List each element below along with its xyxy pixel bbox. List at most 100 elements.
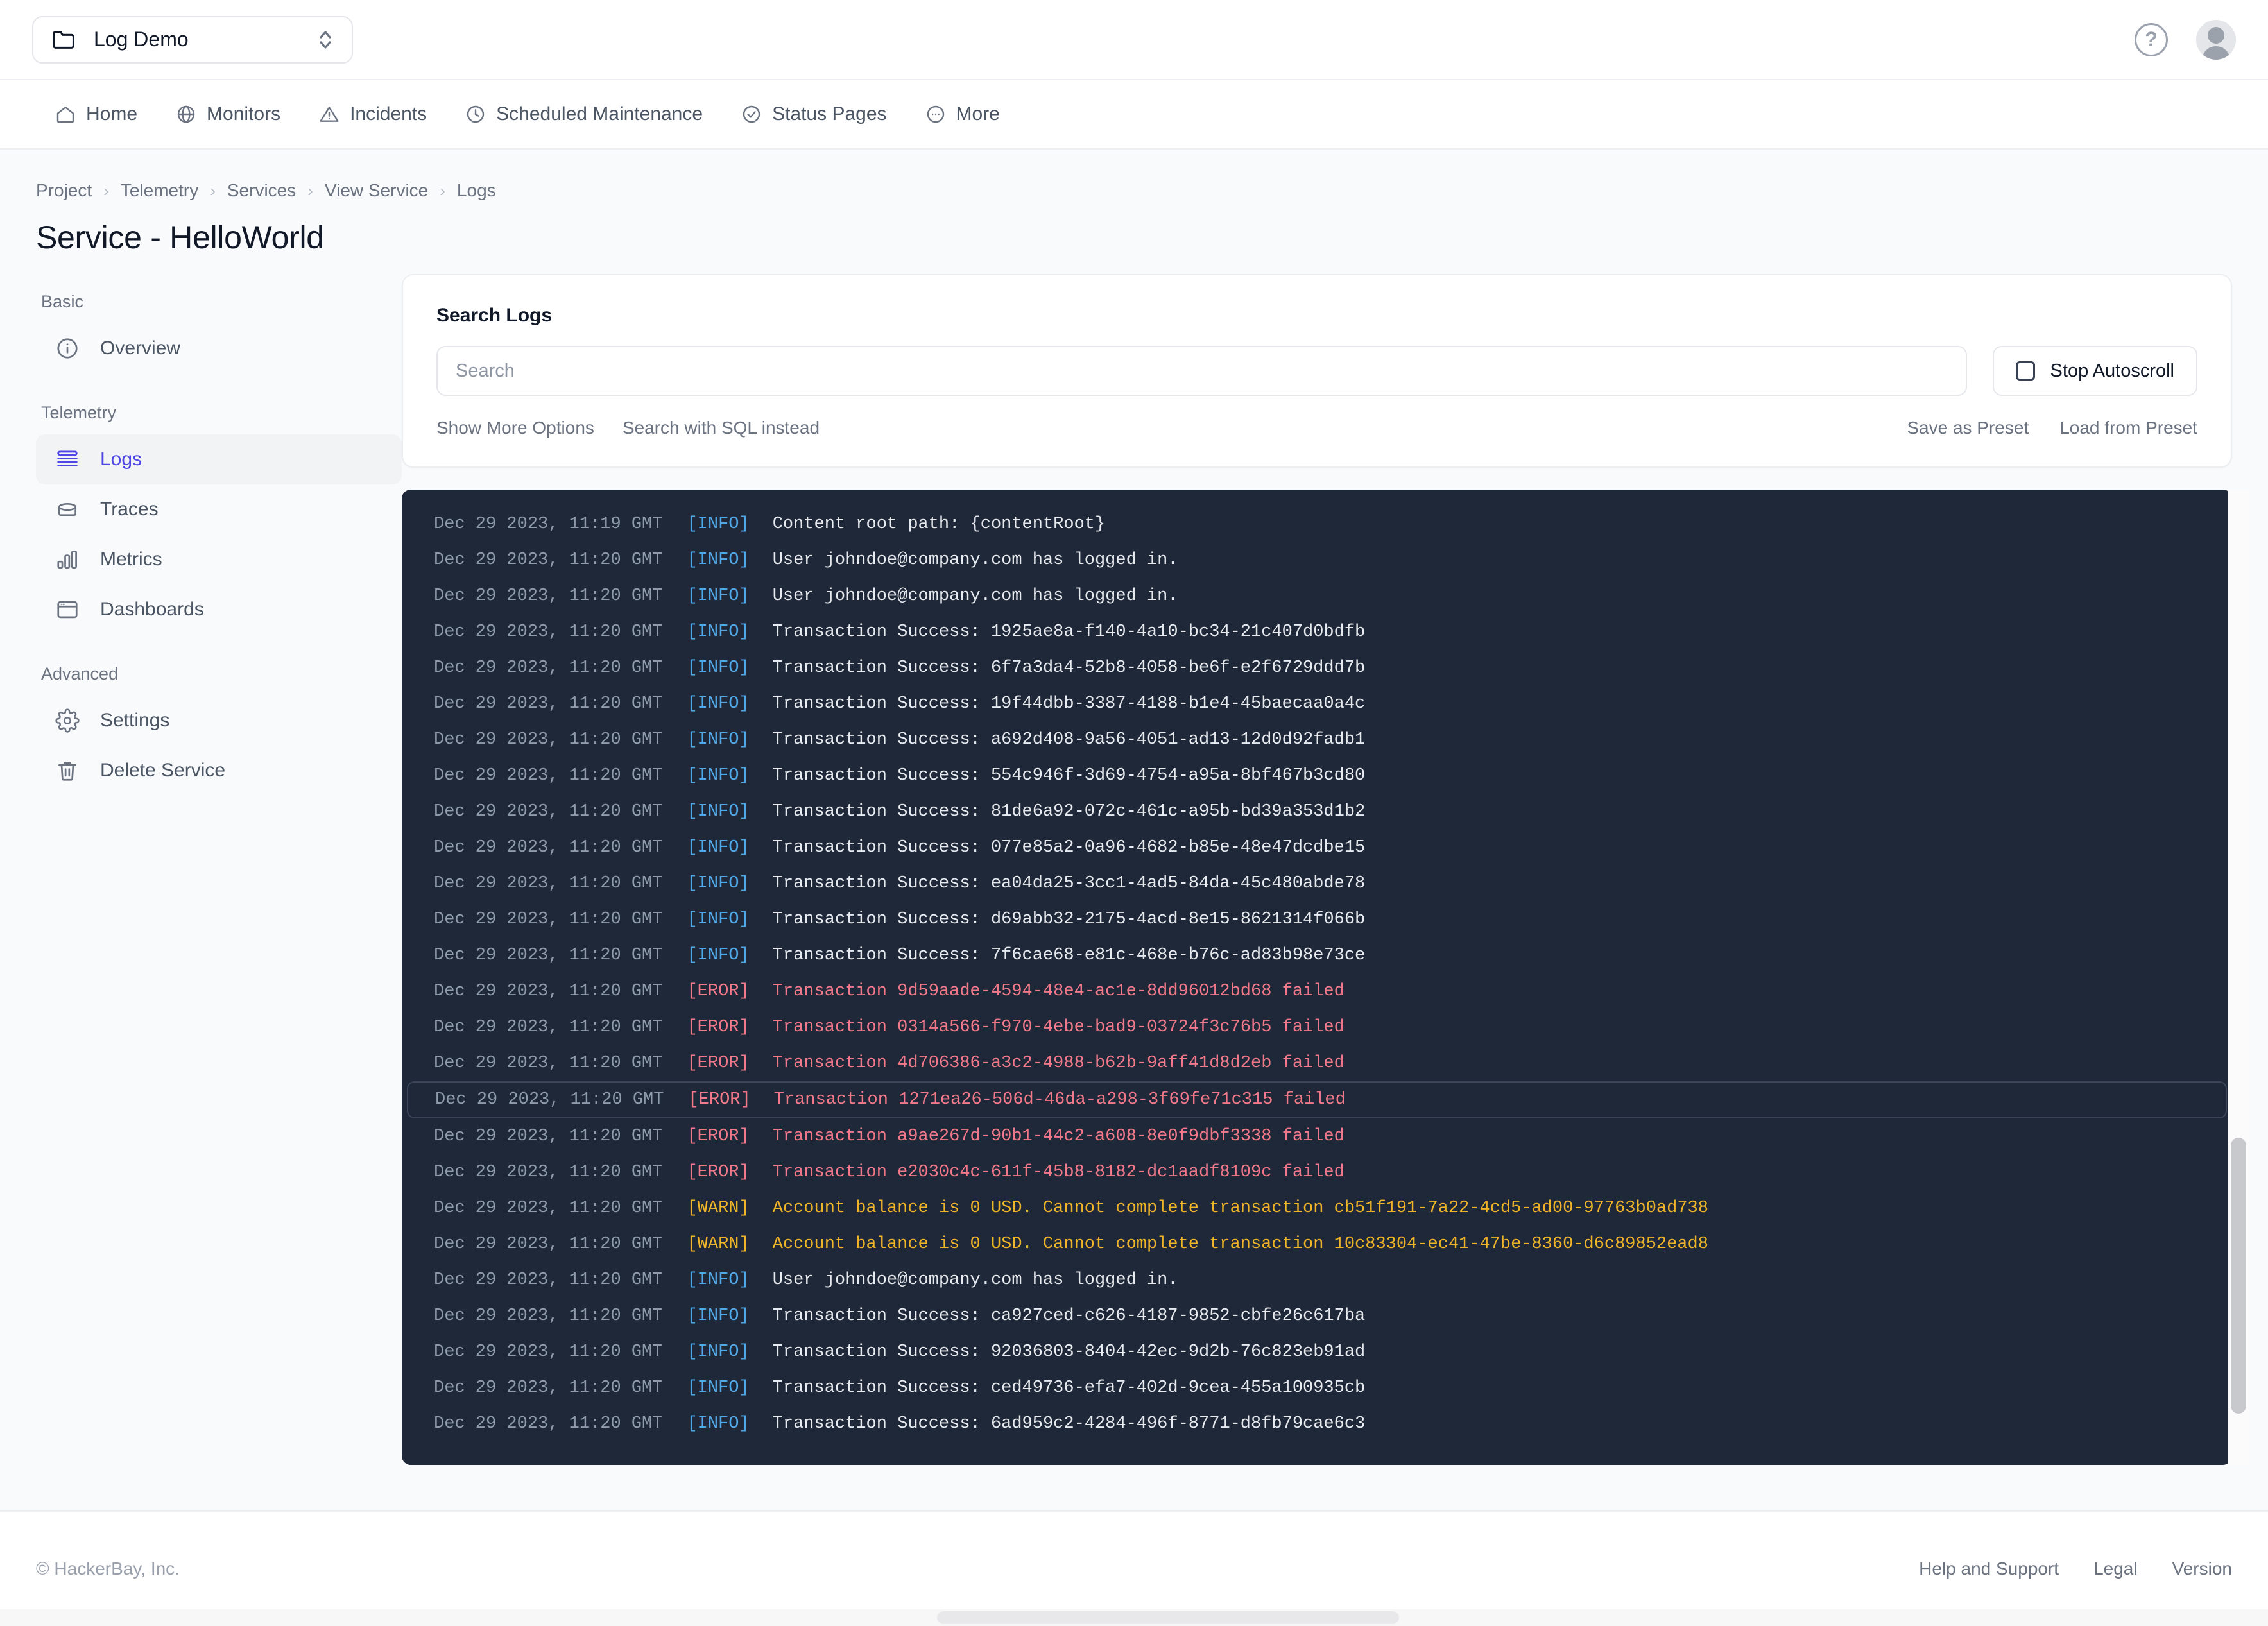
breadcrumb-separator-icon: ›: [210, 180, 216, 200]
log-timestamp: Dec 29 2023, 11:20 GMT: [434, 1163, 663, 1182]
log-level-badge: [INFO]: [687, 1414, 750, 1433]
stop-autoscroll-button[interactable]: Stop Autoscroll: [1992, 346, 2197, 396]
log-row[interactable]: Dec 29 2023, 11:19 GMT [INFO] Content root…: [407, 506, 2227, 542]
sidebar-item-traces[interactable]: Traces: [36, 484, 402, 535]
breadcrumb-item-services[interactable]: Services: [227, 180, 296, 201]
log-row[interactable]: Dec 29 2023, 11:20 GMT [EROR] Transaction …: [407, 1118, 2227, 1154]
log-timestamp: Dec 29 2023, 11:20 GMT: [434, 1127, 663, 1146]
log-message: Transaction Success: 7f6cae68-e81c-468e-…: [772, 946, 1366, 965]
log-level-badge: [EROR]: [688, 1090, 751, 1109]
footer: © HackerBay, Inc. Help and Support Legal…: [0, 1510, 2268, 1626]
log-scrollbar-track[interactable]: [2228, 490, 2249, 1465]
sidebar-item-delete-service[interactable]: Delete Service: [36, 746, 402, 796]
sidebar-item-overview[interactable]: Overview: [36, 323, 402, 373]
project-selector[interactable]: Log Demo: [32, 15, 353, 64]
page-horizontal-scrollbar[interactable]: [0, 1609, 2268, 1626]
log-message: Transaction Success: ca927ced-c626-4187-…: [772, 1306, 1366, 1326]
log-timestamp: Dec 29 2023, 11:20 GMT: [434, 1235, 663, 1254]
log-row[interactable]: Dec 29 2023, 11:20 GMT [INFO] Transaction …: [407, 830, 2227, 866]
log-row[interactable]: Dec 29 2023, 11:20 GMT [INFO] User johndoe…: [407, 542, 2227, 578]
sidebar-item-dashboards[interactable]: Dashboards: [36, 585, 402, 635]
breadcrumb-item-project[interactable]: Project: [36, 180, 92, 201]
log-level-badge: [EROR]: [687, 1127, 750, 1146]
log-level-badge: [INFO]: [687, 658, 750, 678]
log-row[interactable]: Dec 29 2023, 11:20 GMT [INFO] Transaction …: [407, 614, 2227, 650]
avatar[interactable]: [2196, 19, 2236, 60]
footer-link-help-and-support[interactable]: Help and Support: [1919, 1559, 2059, 1579]
log-row[interactable]: Dec 29 2023, 11:20 GMT [EROR] Transaction …: [407, 1081, 2227, 1118]
load-from-preset-link[interactable]: Load from Preset: [2059, 418, 2197, 438]
log-row[interactable]: Dec 29 2023, 11:20 GMT [INFO] Transaction …: [407, 1334, 2227, 1370]
sidebar-group-basic: Basic: [41, 292, 84, 311]
help-circle-icon[interactable]: ?: [2135, 22, 2168, 56]
log-timestamp: Dec 29 2023, 11:20 GMT: [434, 1306, 663, 1326]
search-links-row: Show More Options Search with SQL instea…: [436, 418, 2197, 438]
log-timestamp: Dec 29 2023, 11:20 GMT: [434, 1054, 663, 1073]
breadcrumb-item-view-service[interactable]: View Service: [325, 180, 428, 201]
checkbox-unchecked-icon[interactable]: [2015, 361, 2035, 381]
log-row[interactable]: Dec 29 2023, 11:20 GMT [INFO] Transaction …: [407, 1298, 2227, 1334]
save-as-preset-link[interactable]: Save as Preset: [1907, 418, 2029, 438]
log-row[interactable]: Dec 29 2023, 11:20 GMT [INFO] Transaction …: [407, 686, 2227, 722]
breadcrumb-item-telemetry[interactable]: Telemetry: [121, 180, 198, 201]
nav-item-home[interactable]: Home: [36, 80, 157, 148]
search-input[interactable]: [436, 346, 1967, 396]
main-column: Search Logs Stop Autoscroll Show More Op…: [402, 274, 2249, 1465]
log-row[interactable]: Dec 29 2023, 11:20 GMT [EROR] Transaction …: [407, 973, 2227, 1009]
log-row[interactable]: Dec 29 2023, 11:20 GMT [INFO] Transaction …: [407, 866, 2227, 902]
log-viewer[interactable]: Dec 29 2023, 11:19 GMT [INFO] Content root…: [402, 490, 2232, 1465]
sidebar-item-logs[interactable]: Logs: [36, 434, 402, 484]
ellipsis-circle-icon: [925, 104, 946, 124]
log-level-badge: [EROR]: [687, 982, 750, 1001]
page-horizontal-scrollbar-thumb[interactable]: [937, 1611, 1399, 1624]
nav-item-label: Monitors: [207, 103, 281, 124]
log-row[interactable]: Dec 29 2023, 11:20 GMT [INFO] Transaction …: [407, 1406, 2227, 1442]
log-row[interactable]: Dec 29 2023, 11:20 GMT [INFO] Transaction …: [407, 722, 2227, 758]
log-timestamp: Dec 29 2023, 11:20 GMT: [434, 1271, 663, 1290]
log-row[interactable]: Dec 29 2023, 11:20 GMT [INFO] User johndoe…: [407, 1262, 2227, 1298]
log-row[interactable]: Dec 29 2023, 11:20 GMT [EROR] Transaction …: [407, 1009, 2227, 1045]
log-timestamp: Dec 29 2023, 11:20 GMT: [435, 1090, 664, 1109]
search-with-sql-link[interactable]: Search with SQL instead: [623, 418, 820, 438]
log-row[interactable]: Dec 29 2023, 11:20 GMT [EROR] Transaction …: [407, 1045, 2227, 1081]
log-row[interactable]: Dec 29 2023, 11:20 GMT [INFO] Transaction …: [407, 902, 2227, 937]
log-level-badge: [INFO]: [687, 622, 750, 642]
nav-item-label: Home: [86, 103, 138, 124]
nav-item-scheduled-maintenance[interactable]: Scheduled Maintenance: [446, 80, 722, 148]
log-level-badge: [INFO]: [687, 515, 750, 534]
log-message: Transaction Success: 92036803-8404-42ec-…: [772, 1342, 1366, 1362]
search-logs-title: Search Logs: [436, 305, 553, 326]
sidebar-group-telemetry: Telemetry: [41, 403, 117, 422]
nav-item-more[interactable]: More: [906, 80, 1019, 148]
log-message: Transaction Success: ced49736-efa7-402d-…: [772, 1378, 1366, 1398]
nav-item-monitors[interactable]: Monitors: [157, 80, 300, 148]
nav-item-incidents[interactable]: Incidents: [300, 80, 446, 148]
sidebar-item-settings[interactable]: Settings: [36, 696, 402, 746]
sidebar-item-metrics[interactable]: Metrics: [36, 535, 402, 585]
show-more-options-link[interactable]: Show More Options: [436, 418, 594, 438]
footer-link-version[interactable]: Version: [2172, 1559, 2232, 1579]
log-row[interactable]: Dec 29 2023, 11:20 GMT [INFO] Transaction …: [407, 650, 2227, 686]
log-row[interactable]: Dec 29 2023, 11:20 GMT [INFO] User johndoe…: [407, 578, 2227, 614]
log-row[interactable]: Dec 29 2023, 11:20 GMT [WARN] Account bala…: [407, 1226, 2227, 1262]
log-level-badge: [INFO]: [687, 1342, 750, 1362]
log-row[interactable]: Dec 29 2023, 11:20 GMT [INFO] Transaction …: [407, 794, 2227, 830]
nav-item-label: Incidents: [350, 103, 427, 124]
log-row[interactable]: Dec 29 2023, 11:20 GMT [WARN] Account bala…: [407, 1190, 2227, 1226]
log-scrollbar-thumb[interactable]: [2231, 1138, 2246, 1414]
page-title: Service - HelloWorld: [36, 219, 324, 255]
footer-link-legal[interactable]: Legal: [2093, 1559, 2138, 1579]
log-row[interactable]: Dec 29 2023, 11:20 GMT [INFO] Transaction …: [407, 758, 2227, 794]
sidebar-item-label: Delete Service: [100, 760, 226, 781]
log-message: Transaction Success: 19f44dbb-3387-4188-…: [772, 694, 1366, 714]
log-row[interactable]: Dec 29 2023, 11:20 GMT [INFO] Transaction …: [407, 1370, 2227, 1406]
log-row[interactable]: Dec 29 2023, 11:20 GMT [INFO] Transaction …: [407, 937, 2227, 973]
info-circle-icon: [55, 336, 80, 361]
log-message: Transaction Success: 1925ae8a-f140-4a10-…: [772, 622, 1366, 642]
breadcrumb-item-logs[interactable]: Logs: [457, 180, 496, 201]
nav-item-status-pages[interactable]: Status Pages: [722, 80, 906, 148]
metrics-bar-icon: [55, 547, 80, 572]
chevron-up-down-icon[interactable]: [317, 27, 334, 53]
log-row[interactable]: Dec 29 2023, 11:20 GMT [EROR] Transaction …: [407, 1154, 2227, 1190]
top-bar-actions: ?: [2135, 19, 2236, 60]
